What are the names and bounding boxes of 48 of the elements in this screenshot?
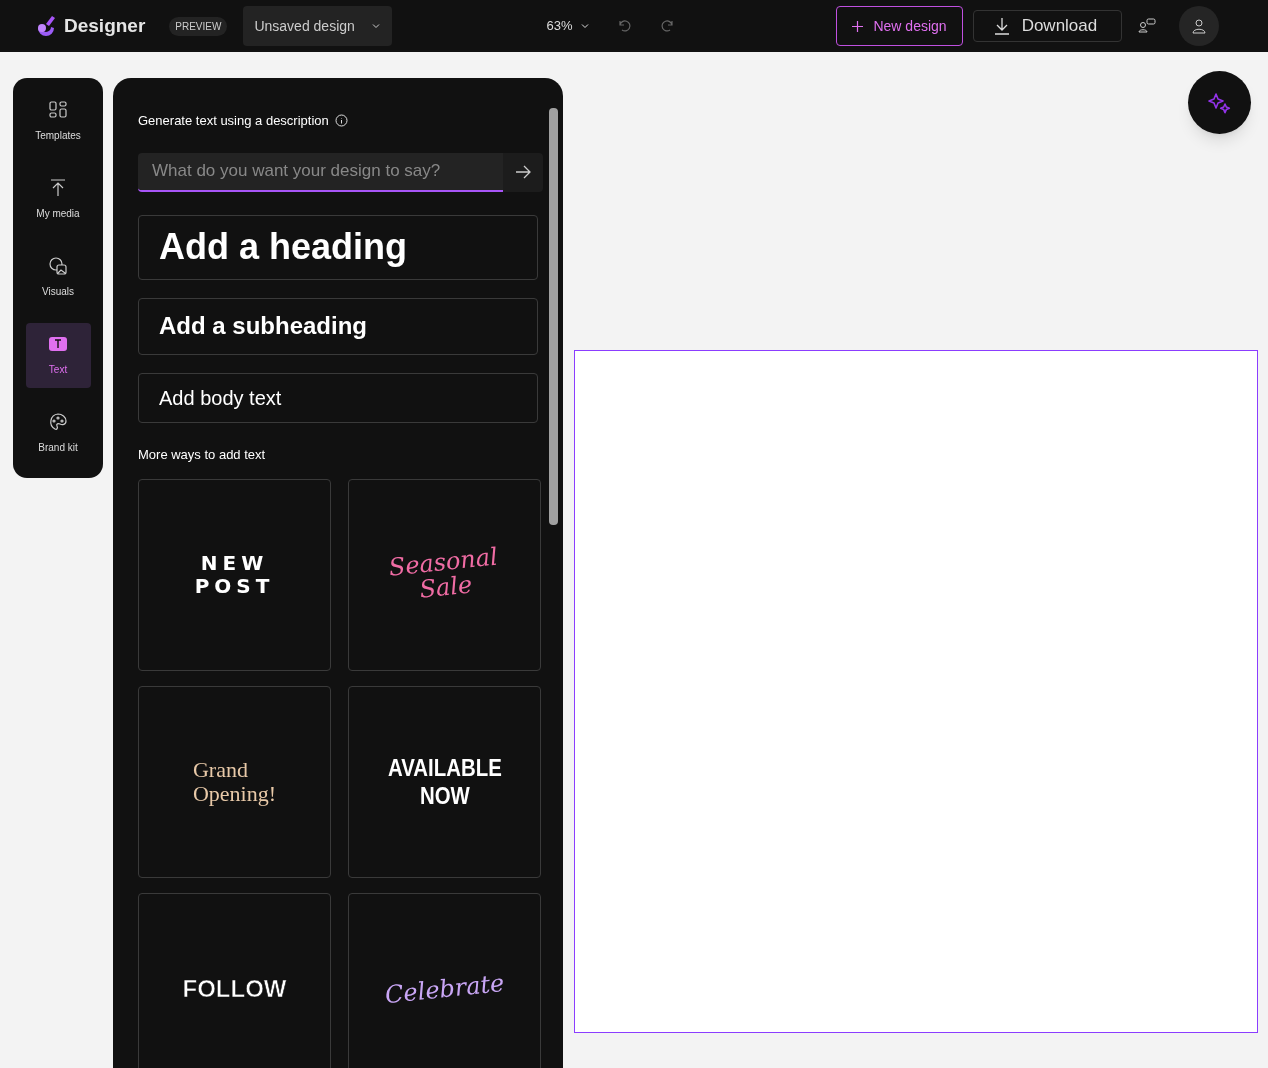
heading-style-option[interactable]: Add a heading xyxy=(138,214,538,280)
tile-text: NEW POST xyxy=(194,552,275,598)
tile-text: Seasonal Sale xyxy=(387,544,500,606)
tile-text: Celebrate xyxy=(383,970,506,1008)
submit-button[interactable] xyxy=(503,152,543,192)
rail-tab[interactable]: My media xyxy=(25,167,91,232)
templates-icon xyxy=(48,100,68,120)
rail-tab[interactable]: Text xyxy=(25,323,91,388)
brand-icon xyxy=(48,412,68,432)
arrow-right-icon xyxy=(515,165,531,179)
rail-tab[interactable]: Visuals xyxy=(25,245,91,310)
section-title: More ways to add text xyxy=(138,445,267,464)
download-button[interactable]: Download xyxy=(972,10,1122,42)
app-name: Designer xyxy=(64,13,146,38)
section-title: Generate text using a description xyxy=(138,112,329,130)
prompt-input-field[interactable]: What do you want your design to say? xyxy=(138,152,503,192)
subheading-style-option[interactable]: Add a subheading xyxy=(138,297,538,355)
tile-text: AVAILABLE NOW xyxy=(387,754,502,810)
info-icon[interactable] xyxy=(334,114,348,128)
new-design-button[interactable]: New design xyxy=(836,6,963,46)
text-style-tile[interactable]: NEW POST xyxy=(138,479,331,671)
person-icon xyxy=(1190,18,1207,34)
media-icon xyxy=(48,178,68,198)
body-text-style-option[interactable]: Add body text xyxy=(138,372,538,423)
plus-icon xyxy=(852,20,864,32)
rail-tab[interactable]: Brand kit xyxy=(25,401,91,466)
share-icon[interactable] xyxy=(1137,18,1156,34)
text-icon xyxy=(48,334,68,354)
chevron-icon xyxy=(580,21,591,31)
account-button[interactable] xyxy=(1178,6,1219,46)
text-style-tile[interactable]: Grand Opening! xyxy=(138,686,331,878)
rail-tab[interactable]: Templates xyxy=(25,89,91,154)
undo-icon[interactable] xyxy=(616,18,633,34)
design-name-dropdown[interactable]: Unsaved design xyxy=(243,6,393,46)
download-icon xyxy=(993,17,1010,35)
visuals-icon xyxy=(48,256,68,276)
tile-text: FOLLOW xyxy=(182,974,287,1004)
text-style-tile[interactable]: AVAILABLE NOW xyxy=(348,686,541,878)
sparkle-icon xyxy=(1207,90,1232,115)
text-style-tile[interactable]: Seasonal Sale xyxy=(348,479,541,671)
text-style-tile[interactable]: Celebrate xyxy=(348,893,541,1068)
ai-assistant-button[interactable] xyxy=(1188,71,1251,134)
tile-text: Grand Opening! xyxy=(192,758,277,806)
zoom-dropdown[interactable]: 63% xyxy=(546,16,591,36)
chevron-icon xyxy=(371,21,382,31)
text-style-tile[interactable]: FOLLOW xyxy=(138,893,331,1068)
scrollbar-thumb[interactable] xyxy=(549,108,558,525)
preview-badge: PREVIEW xyxy=(169,16,228,36)
